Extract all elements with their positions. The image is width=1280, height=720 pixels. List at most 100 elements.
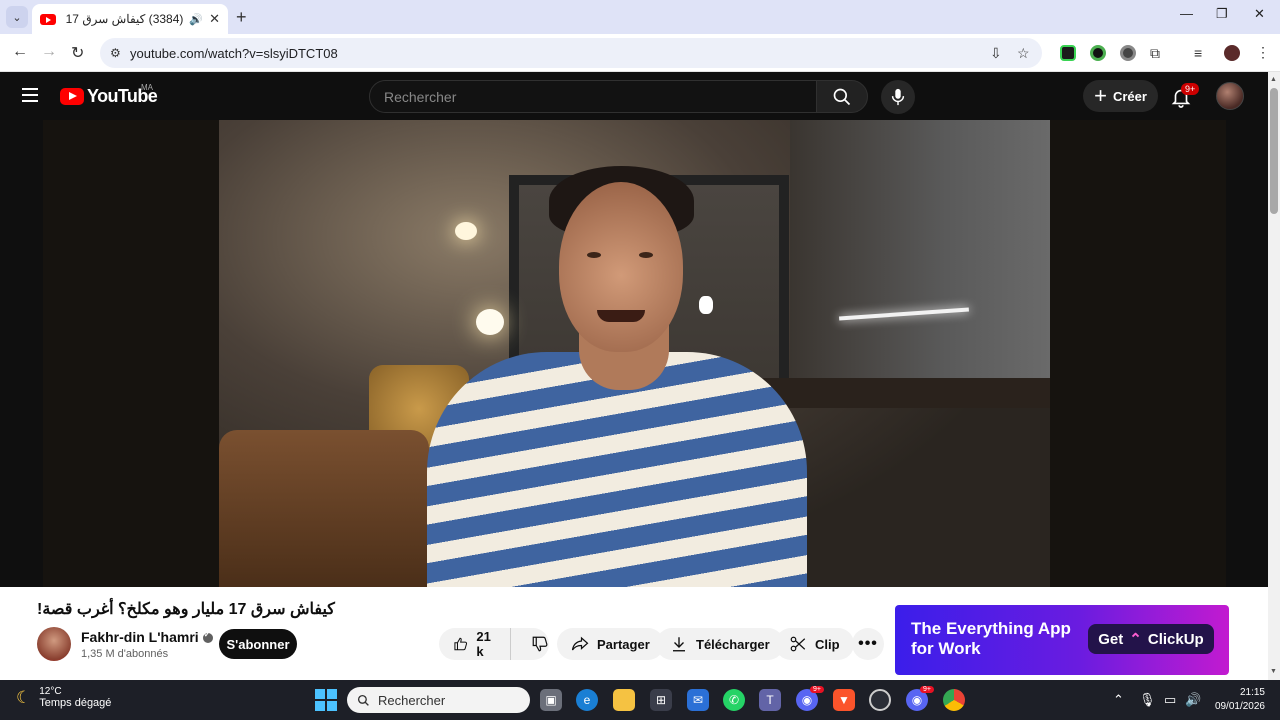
- show-hidden-icons-icon[interactable]: ⌃: [1113, 692, 1124, 708]
- thumbs-down-icon: [532, 636, 548, 652]
- scroll-up-icon[interactable]: ▲: [1270, 76, 1277, 83]
- account-avatar[interactable]: [1216, 82, 1244, 110]
- video-scene-mouth: [597, 310, 645, 322]
- microsoft-store-icon[interactable]: ⊞: [650, 689, 672, 711]
- like-button[interactable]: 21 k: [439, 628, 511, 660]
- mail-icon[interactable]: ✉: [687, 689, 709, 711]
- ad-cta-button[interactable]: Get ⌃ ClickUp: [1088, 624, 1214, 654]
- search-box[interactable]: [369, 80, 817, 113]
- share-icon: [571, 636, 589, 651]
- share-button[interactable]: Partager: [557, 628, 664, 660]
- dislike-button[interactable]: [519, 628, 549, 660]
- brave-icon[interactable]: ▼: [833, 689, 855, 711]
- search-input[interactable]: [384, 88, 816, 105]
- video-scene-eye: [639, 252, 653, 258]
- back-icon[interactable]: ←: [12, 43, 28, 61]
- taskbar-search-placeholder: Rechercher: [378, 692, 446, 708]
- video-scene-face: [559, 182, 683, 352]
- volume-icon[interactable]: 🔊: [1185, 692, 1201, 708]
- window-close-icon[interactable]: ✕: [1254, 6, 1265, 22]
- weather-temperature: 12°C: [39, 686, 62, 697]
- clock-date: 09/01/2026: [1214, 701, 1265, 712]
- scrollbar-thumb[interactable]: [1270, 88, 1278, 214]
- youtube-page: YouTube MA + Créer 9+: [0, 72, 1268, 680]
- edge-icon[interactable]: e: [576, 689, 598, 711]
- more-actions-button[interactable]: •••: [852, 628, 884, 660]
- forward-icon[interactable]: →: [41, 43, 57, 61]
- weather-widget[interactable]: ☾ 12°C Temps dégagé: [16, 686, 111, 709]
- video-scene-wall: [790, 120, 1050, 400]
- youtube-logo-icon: [60, 88, 84, 105]
- page-scrollbar[interactable]: ▲ ▼: [1268, 72, 1280, 680]
- voice-search-button[interactable]: [881, 80, 915, 114]
- url-text[interactable]: youtube.com/watch?v=slsyiDTCT08: [130, 46, 338, 61]
- minimize-icon[interactable]: —: [1180, 6, 1193, 21]
- tab-title: (3384) كيفاش سرق 17 مليار: [62, 12, 184, 26]
- kaspersky-extension-icon[interactable]: [1060, 45, 1076, 61]
- new-tab-button[interactable]: +: [236, 7, 247, 28]
- chrome-menu-icon[interactable]: ⋮: [1256, 44, 1270, 61]
- restore-icon[interactable]: ❐: [1216, 6, 1228, 22]
- moon-icon: ☾: [16, 687, 32, 707]
- search-button[interactable]: [816, 80, 868, 113]
- taskbar-search[interactable]: Rechercher: [347, 687, 530, 713]
- browser-toolbar: ← → ↻ ⚙ youtube.com/watch?v=slsyiDTCT08 …: [0, 34, 1280, 72]
- download-label: Télécharger: [696, 636, 770, 652]
- extensions-puzzle-icon[interactable]: ⧉: [1150, 45, 1160, 62]
- tab-close-icon[interactable]: ✕: [209, 11, 220, 27]
- chrome-icon[interactable]: [943, 689, 965, 711]
- bookmark-star-icon[interactable]: ☆: [1017, 45, 1030, 62]
- youtube-favicon-icon: [40, 13, 56, 25]
- channel-avatar[interactable]: [37, 627, 71, 661]
- clip-button[interactable]: Clip: [775, 628, 854, 660]
- microphone-tray-icon[interactable]: 🎙: [1139, 692, 1156, 708]
- plus-icon: +: [1094, 83, 1107, 108]
- notification-count-badge: 9+: [1181, 83, 1200, 95]
- windows-start-icon[interactable]: [315, 689, 337, 711]
- extension-icon[interactable]: [1120, 45, 1136, 61]
- search-icon: [833, 88, 851, 105]
- scroll-down-icon[interactable]: ▼: [1270, 668, 1277, 675]
- menu-icon[interactable]: [22, 88, 38, 102]
- profile-avatar[interactable]: [1224, 45, 1240, 61]
- video-scene-eye: [587, 252, 601, 258]
- discord-badge: 9+: [810, 686, 824, 693]
- task-view-icon[interactable]: ▣: [540, 689, 562, 711]
- create-button[interactable]: + Créer: [1083, 80, 1158, 112]
- file-explorer-icon[interactable]: [613, 689, 635, 711]
- video-scene-desk: [749, 378, 1050, 408]
- video-frame[interactable]: [219, 120, 1050, 587]
- audio-playing-icon[interactable]: 🔊: [189, 13, 203, 26]
- media-control-icon[interactable]: ≡: [1194, 45, 1202, 61]
- reload-icon[interactable]: ↻: [71, 43, 84, 63]
- teams-icon[interactable]: T: [759, 689, 781, 711]
- video-scene-light: [476, 309, 504, 335]
- active-tab[interactable]: (3384) كيفاش سرق 17 مليار 🔊 ✕: [32, 4, 228, 34]
- download-icon: [673, 637, 685, 652]
- address-bar[interactable]: ⚙ youtube.com/watch?v=slsyiDTCT08 ⇩ ☆: [100, 38, 1042, 68]
- extension-icon[interactable]: [1090, 45, 1106, 61]
- download-button[interactable]: Télécharger: [656, 628, 784, 660]
- install-app-icon[interactable]: ⇩: [990, 45, 1002, 62]
- ad-line-1: The Everything App: [911, 619, 1071, 638]
- channel-name[interactable]: Fakhr-din L'hamri: [81, 629, 199, 645]
- site-info-icon[interactable]: ⚙: [110, 46, 121, 60]
- system-clock[interactable]: 21:15 09/01/2026: [1211, 686, 1265, 714]
- network-icon[interactable]: ▭: [1164, 692, 1176, 708]
- subscribe-button[interactable]: S'abonner: [219, 629, 297, 659]
- windows-taskbar: ☾ 12°C Temps dégagé Rechercher ▣ e ⊞ ✉ ✆…: [0, 680, 1280, 720]
- ad-line-2: for Work: [911, 639, 981, 658]
- ad-cta-brand: ClickUp: [1147, 630, 1204, 648]
- app-icon[interactable]: [869, 689, 891, 711]
- video-title: كيفاش سرق 17 مليار وهو مكلخ؟ أغرب قصة!: [37, 601, 335, 618]
- ad-cta-prefix: Get: [1098, 630, 1124, 648]
- discord-badge: 9+: [920, 686, 934, 693]
- ad-headline: The Everything App for Work: [911, 619, 1071, 659]
- whatsapp-icon[interactable]: ✆: [723, 689, 745, 711]
- channel-name-row[interactable]: Fakhr-din L'hamri: [81, 629, 213, 645]
- tab-search-button[interactable]: ⌄: [6, 6, 28, 28]
- clickup-ad-banner[interactable]: The Everything App for Work Get ⌃ ClickU…: [895, 605, 1229, 675]
- video-metadata: كيفاش سرق 17 مليار وهو مكلخ؟ أغرب قصة! F…: [0, 587, 1268, 680]
- verified-badge-icon: [202, 630, 213, 644]
- browser-tab-bar: ⌄ (3384) كيفاش سرق 17 مليار 🔊 ✕ + — ❐ ✕: [0, 0, 1280, 34]
